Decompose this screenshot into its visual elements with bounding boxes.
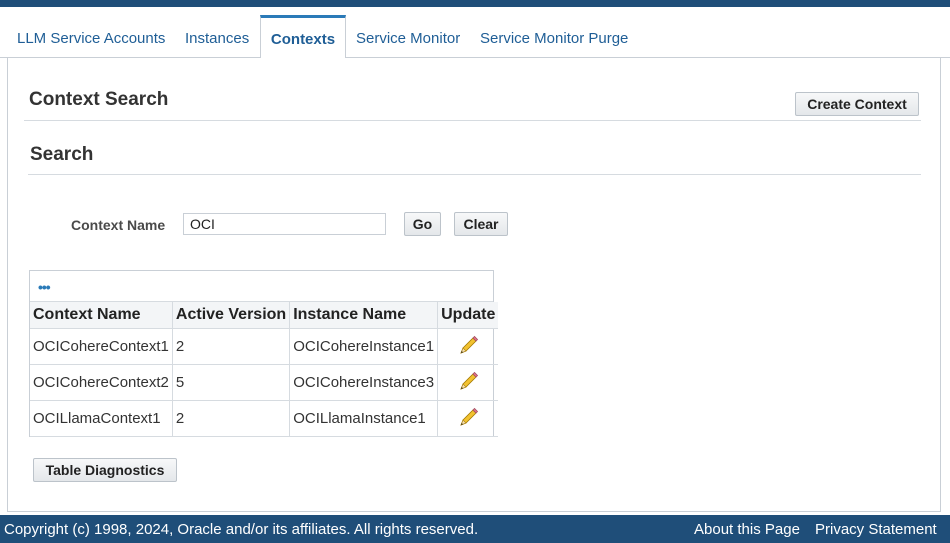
cell-update — [437, 400, 499, 437]
cell-instance-name: OCICohereInstance1 — [289, 328, 439, 365]
page-frame: LLM Service Accounts Instances Contexts … — [0, 7, 950, 515]
search-heading: Search — [30, 144, 94, 165]
cell-instance-name: OCILlamaInstance1 — [289, 400, 439, 437]
tab-service-monitor[interactable]: Service Monitor — [356, 15, 460, 58]
cell-active-version: 5 — [172, 364, 291, 401]
tab-instances[interactable]: Instances — [185, 15, 249, 58]
go-button[interactable]: Go — [404, 212, 441, 236]
cell-active-version: 2 — [172, 400, 291, 437]
search-divider — [28, 174, 921, 175]
title-divider — [24, 120, 921, 121]
cell-update — [437, 364, 499, 401]
clear-button[interactable]: Clear — [454, 212, 508, 236]
context-name-input[interactable] — [183, 213, 386, 235]
table-toolbar: ••• — [30, 271, 493, 302]
tab-contexts[interactable]: Contexts — [260, 15, 346, 59]
results-table-container: ••• Context Name Active Version Instance… — [29, 270, 499, 437]
table-header-row: Context Name Active Version Instance Nam… — [30, 302, 499, 329]
footer: Copyright (c) 1998, 2024, Oracle and/or … — [0, 515, 950, 543]
results-table: Context Name Active Version Instance Nam… — [30, 302, 499, 437]
pencil-icon[interactable] — [457, 335, 479, 357]
tab-bar: LLM Service Accounts Instances Contexts … — [0, 7, 950, 59]
cell-context-name: OCILlamaContext1 — [30, 400, 173, 437]
context-name-label: Context Name — [71, 217, 166, 233]
tab-service-monitor-purge[interactable]: Service Monitor Purge — [480, 15, 628, 58]
column-header-update: Update — [437, 302, 499, 329]
pencil-icon[interactable] — [457, 407, 479, 429]
table-row: OCILlamaContext1 2 OCILlamaInstance1 — [30, 400, 499, 437]
table-row: OCICohereContext1 2 OCICohereInstance1 — [30, 328, 499, 365]
tab-llm-service-accounts[interactable]: LLM Service Accounts — [17, 15, 165, 58]
cell-context-name: OCICohereContext1 — [30, 328, 173, 365]
create-context-button[interactable]: Create Context — [795, 92, 919, 116]
privacy-statement-link[interactable]: Privacy Statement — [815, 521, 937, 538]
table-diagnostics-button[interactable]: Table Diagnostics — [33, 458, 177, 482]
column-header-active-version[interactable]: Active Version — [172, 302, 291, 329]
cell-context-name: OCICohereContext2 — [30, 364, 173, 401]
column-header-instance-name[interactable]: Instance Name — [289, 302, 439, 329]
cell-instance-name: OCICohereInstance3 — [289, 364, 439, 401]
pencil-icon[interactable] — [457, 371, 479, 393]
about-this-page-link[interactable]: About this Page — [694, 521, 800, 538]
more-options-icon[interactable]: ••• — [38, 279, 51, 295]
table-row: OCICohereContext2 5 OCICohereInstance3 — [30, 364, 499, 401]
column-header-context-name[interactable]: Context Name — [30, 302, 173, 329]
copyright-text: Copyright (c) 1998, 2024, Oracle and/or … — [4, 521, 479, 538]
cell-update — [437, 328, 499, 365]
page-title: Context Search — [29, 89, 169, 110]
cell-active-version: 2 — [172, 328, 291, 365]
